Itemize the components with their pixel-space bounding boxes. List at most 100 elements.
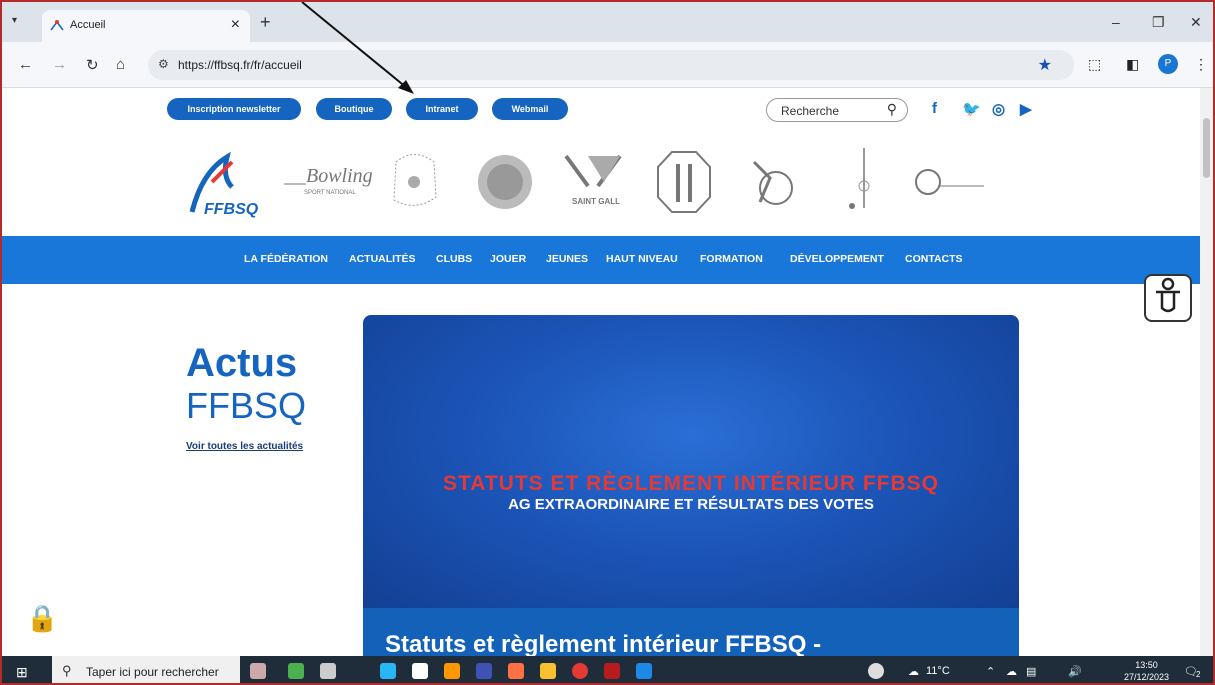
home-icon[interactable]: ⌂ (116, 56, 125, 73)
ffbsq-logo[interactable]: FFBSQ (172, 142, 272, 222)
accessibility-button[interactable] (1144, 274, 1192, 322)
extensions-icon[interactable]: ⬚ (1088, 56, 1101, 73)
sidepanel-icon[interactable]: ◧ (1126, 56, 1139, 73)
intranet-button[interactable]: Intranet (406, 98, 478, 120)
player-logo[interactable] (740, 142, 800, 222)
volume-icon[interactable]: 🔊 (1068, 665, 1082, 678)
word-icon[interactable] (636, 663, 652, 679)
nav-item-jouer[interactable]: JOUER (490, 253, 526, 265)
webmail-button[interactable]: Webmail (492, 98, 568, 120)
windows-start-icon[interactable]: ⊞ (16, 664, 28, 681)
nav-item-federation[interactable]: LA FÉDÉRATION (244, 253, 328, 265)
nav-item-contacts[interactable]: CONTACTS (905, 253, 963, 265)
new-tab-button[interactable]: + (260, 12, 271, 33)
taskbar-search-placeholder: Taper ici pour rechercher (86, 665, 219, 679)
news-caption-title: Statuts et règlement intérieur FFBSQ - (385, 631, 822, 656)
app-icon-3[interactable] (380, 663, 396, 679)
lock-icon[interactable]: 🔒 (26, 603, 58, 634)
twitter-icon[interactable]: 🐦 (962, 100, 981, 118)
onedrive-icon[interactable]: ☁ (1006, 665, 1017, 678)
screenshot-frame: ▾ Accueil × + – ❐ ✕ ← → ↻ ⌂ ⚙ https://ff… (0, 0, 1215, 685)
chrome-icon[interactable] (572, 663, 588, 679)
clock-time: 13:50 (1135, 660, 1158, 670)
notifications-count: 2 (1196, 670, 1201, 679)
app-icon-5[interactable] (476, 663, 492, 679)
pin-logo[interactable] (844, 142, 880, 222)
nav-item-formation[interactable]: FORMATION (700, 253, 763, 265)
bowling-logo[interactable]: Bowling SPORT NATIONAL (284, 142, 374, 222)
explorer-icon[interactable] (540, 663, 556, 679)
all-news-link[interactable]: Voir toutes les actualités (186, 441, 303, 452)
address-bar[interactable]: ⚙ https://ffbsq.fr/fr/accueil ★ (148, 50, 1074, 80)
search-icon: ⚲ (62, 663, 72, 678)
nav-item-developpement[interactable]: DÉVELOPPEMENT (790, 253, 884, 265)
sport-boules-logo[interactable] (476, 142, 534, 222)
tray-expand-icon[interactable]: ⌃ (986, 665, 995, 678)
maximize-icon[interactable]: ❐ (1152, 14, 1165, 31)
app-icon-2[interactable] (288, 663, 304, 679)
accessibility-icon (1156, 277, 1180, 313)
vlc-icon[interactable] (444, 663, 460, 679)
quilles-logo[interactable] (654, 142, 714, 222)
tab-search-icon[interactable]: ▾ (12, 15, 17, 26)
news-banner-image[interactable]: STATUTS ET RÈGLEMENT INTÉRIEUR FFBSQ AG … (363, 315, 1019, 615)
news-caption[interactable]: Statuts et règlement intérieur FFBSQ - (363, 608, 1019, 656)
browser-toolbar: ← → ↻ ⌂ ⚙ https://ffbsq.fr/fr/accueil ★ … (2, 42, 1213, 88)
close-tab-icon[interactable]: × (231, 16, 240, 34)
nav-item-haut-niveau[interactable]: HAUT NIVEAU (606, 253, 678, 265)
site-search-input[interactable]: Recherche ⚲ (766, 98, 908, 122)
banner-headline: STATUTS ET RÈGLEMENT INTÉRIEUR FFBSQ (442, 472, 940, 495)
url-text: https://ffbsq.fr/fr/accueil (178, 58, 302, 72)
actus-subheading: FFBSQ (186, 385, 307, 426)
billard-logo[interactable] (914, 142, 986, 222)
forward-icon[interactable]: → (52, 56, 67, 73)
taskbar-clock[interactable]: 13:50 27/12/2023 (1124, 659, 1169, 683)
saint-gall-logo[interactable]: SAINT GALL (558, 142, 628, 222)
browser-tab-bar: ▾ Accueil × + – ❐ ✕ (2, 2, 1213, 42)
tab-title: Accueil (70, 19, 106, 31)
instagram-icon[interactable]: ◎ (992, 100, 1005, 118)
weather-icon[interactable]: ☁ (908, 665, 919, 678)
minimize-icon[interactable]: – (1112, 14, 1120, 30)
search-icon[interactable]: ⚲ (887, 101, 897, 118)
site-info-icon[interactable]: ⚙ (158, 57, 169, 71)
taskbar-search-input[interactable]: ⚲ Taper ici pour rechercher (52, 656, 240, 683)
federation-map-logo[interactable] (386, 142, 442, 222)
bowling-logo-subtext: SPORT NATIONAL (304, 190, 356, 196)
boutique-button[interactable]: Boutique (316, 98, 392, 120)
windows-taskbar: ⊞ ⚲ Taper ici pour rechercher ☁ 11°C ⌃ ☁… (2, 656, 1213, 683)
close-window-icon[interactable]: ✕ (1190, 14, 1202, 31)
profile-avatar[interactable]: P (1158, 54, 1178, 74)
menu-kebab-icon[interactable]: ⋮ (1194, 56, 1208, 73)
page-scrollbar[interactable] (1200, 88, 1213, 656)
ffbsq-logo-text: FFBSQ (204, 201, 259, 218)
bookmark-star-icon[interactable]: ★ (1038, 55, 1052, 75)
facebook-icon[interactable]: f (932, 100, 937, 117)
scrollbar-thumb[interactable] (1203, 118, 1210, 178)
temperature-text: 11°C (926, 665, 950, 677)
actus-heading: Actus (186, 341, 298, 385)
app-icon-1[interactable] (250, 663, 266, 679)
app-icon-6[interactable] (508, 663, 524, 679)
task-view-icon[interactable] (320, 663, 336, 679)
bowling-logo-text: Bowling (306, 165, 373, 187)
web-page: Inscription newsletter Boutique Intranet… (2, 88, 1200, 656)
saint-gall-logo-text: SAINT GALL (572, 197, 620, 206)
help-icon[interactable] (868, 663, 884, 679)
network-icon[interactable]: ▤ (1026, 665, 1036, 678)
main-nav: LA FÉDÉRATION ACTUALITÉS CLUBS JOUER JEU… (2, 236, 1200, 284)
newsletter-button[interactable]: Inscription newsletter (167, 98, 301, 120)
back-icon[interactable]: ← (18, 56, 33, 73)
filezilla-icon[interactable] (604, 663, 620, 679)
youtube-icon[interactable]: ▶ (1020, 100, 1032, 118)
search-placeholder: Recherche (781, 104, 840, 118)
banner-subline: AG EXTRAORDINAIRE ET RÉSULTATS DES VOTES (508, 496, 874, 513)
favicon-icon (50, 20, 64, 31)
nav-item-actualites[interactable]: ACTUALITÉS (349, 253, 416, 265)
nav-item-jeunes[interactable]: JEUNES (546, 253, 588, 265)
reload-icon[interactable]: ↻ (86, 56, 99, 74)
tab-accueil[interactable]: Accueil × (42, 10, 250, 42)
app-icon-4[interactable] (412, 663, 428, 679)
clock-date: 27/12/2023 (1124, 672, 1170, 682)
nav-item-clubs[interactable]: CLUBS (436, 253, 472, 265)
